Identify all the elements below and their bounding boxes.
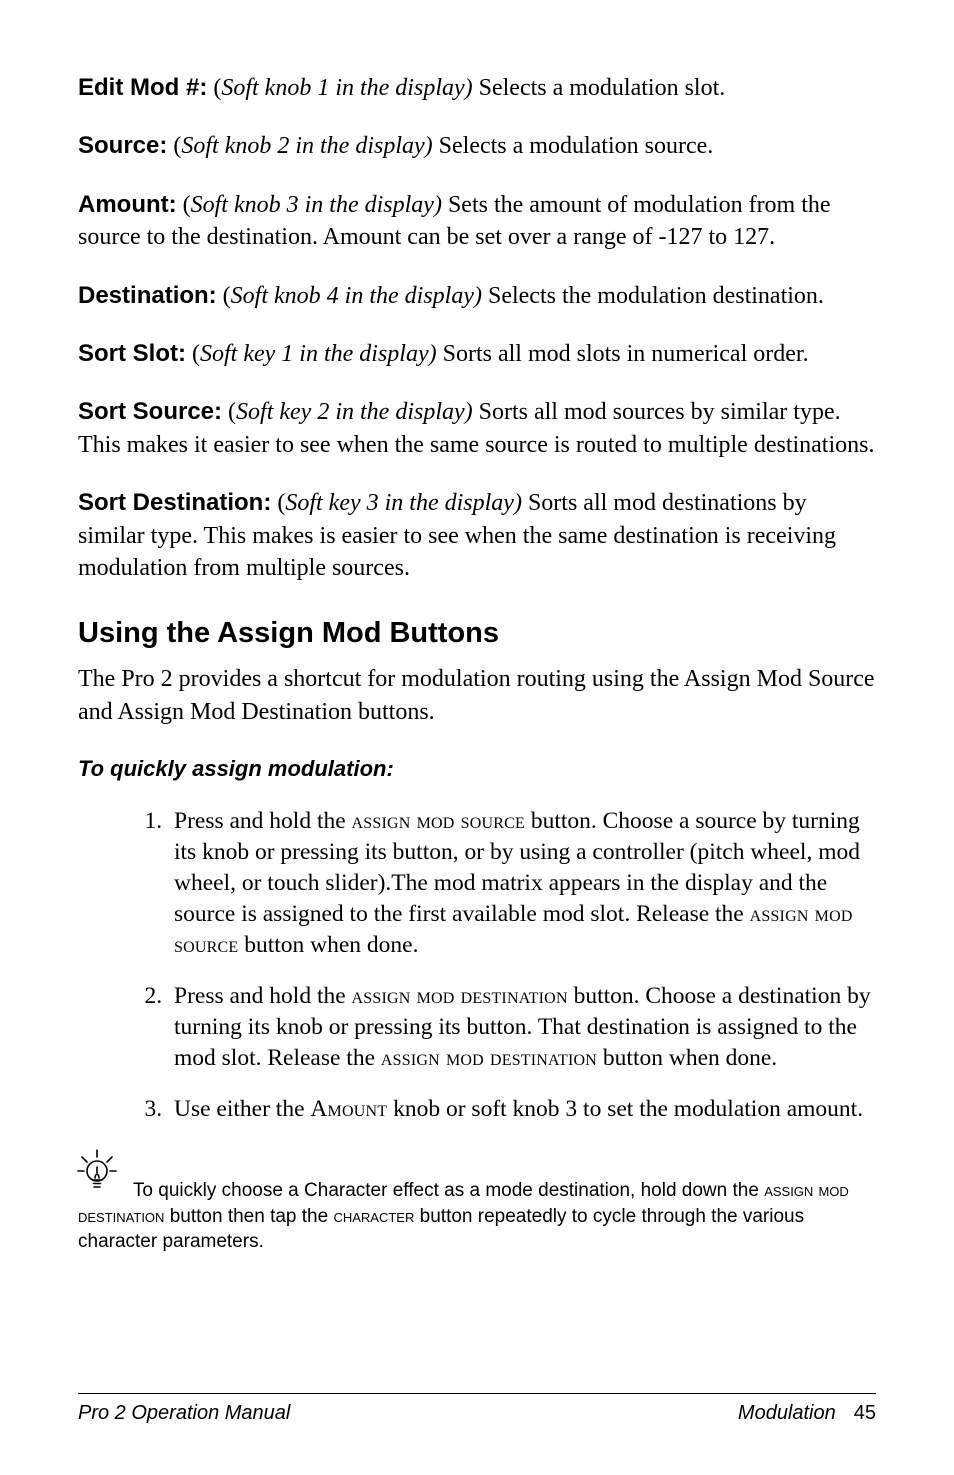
button-ref: assign mod destination <box>381 1045 597 1071</box>
step-3: Use either the Amount knob or soft knob … <box>168 1094 872 1125</box>
param-sort-destination: Sort Destination: (Soft key 3 in the dis… <box>78 487 876 584</box>
param-amount: Amount: (Soft knob 3 in the display) Set… <box>78 189 876 254</box>
param-label: Sort Destination: <box>78 489 271 516</box>
param-desc: Selects the modulation destination. <box>482 283 824 309</box>
tip-text: To quickly choose a Character effect as … <box>78 1180 849 1252</box>
footer-rule <box>78 1393 876 1394</box>
param-label: Sort Source: <box>78 398 222 425</box>
page-footer: Pro 2 Operation Manual Modulation 45 <box>78 1393 876 1427</box>
param-desc: Selects a modulation source. <box>433 133 714 159</box>
button-ref: assign mod source <box>352 808 525 834</box>
section-heading: Using the Assign Mod Buttons <box>78 614 876 653</box>
param-source: Source: (Soft knob 2 in the display) Sel… <box>78 130 876 162</box>
button-ref: assign mod destination <box>352 983 568 1009</box>
page-number: 45 <box>854 1402 876 1424</box>
param-hint: Soft key 1 in the display) <box>200 341 437 367</box>
param-label: Destination: <box>78 282 217 309</box>
param-desc: Sorts all mod slots in numerical order. <box>437 341 809 367</box>
lightbulb-icon <box>74 1145 120 1204</box>
param-hint: Soft knob 1 in the display) <box>221 75 472 101</box>
param-hint: Soft key 3 in the display) <box>285 490 522 516</box>
step-2: Press and hold the assign mod destinatio… <box>168 981 872 1074</box>
param-hint: Soft knob 3 in the display) <box>191 192 442 218</box>
tip-block: To quickly choose a Character effect as … <box>78 1145 876 1255</box>
step-1: Press and hold the assign mod source but… <box>168 806 872 961</box>
footer-section: Modulation <box>738 1402 836 1424</box>
param-destination: Destination: (Soft knob 4 in the display… <box>78 280 876 312</box>
footer-right: Modulation 45 <box>738 1400 876 1427</box>
button-ref: character <box>333 1205 414 1226</box>
param-sort-source: Sort Source: (Soft key 2 in the display)… <box>78 396 876 461</box>
footer-left: Pro 2 Operation Manual <box>78 1400 290 1427</box>
param-edit-mod: Edit Mod #: (Soft knob 1 in the display)… <box>78 72 876 104</box>
param-hint: Soft knob 2 in the display) <box>181 133 432 159</box>
param-label: Amount: <box>78 191 177 218</box>
knob-ref: Amount <box>310 1096 387 1122</box>
param-sort-slot: Sort Slot: (Soft key 1 in the display) S… <box>78 338 876 370</box>
procedure-heading: To quickly assign modulation: <box>78 754 876 784</box>
param-hint: Soft knob 4 in the display) <box>231 283 482 309</box>
param-label: Sort Slot: <box>78 340 186 367</box>
section-body: The Pro 2 provides a shortcut for modula… <box>78 663 876 728</box>
param-label: Source: <box>78 132 167 159</box>
procedure-list: Press and hold the assign mod source but… <box>168 806 876 1125</box>
param-desc: Selects a modulation slot. <box>473 75 726 101</box>
param-label: Edit Mod #: <box>78 74 207 101</box>
param-hint: Soft key 2 in the display) <box>236 399 473 425</box>
